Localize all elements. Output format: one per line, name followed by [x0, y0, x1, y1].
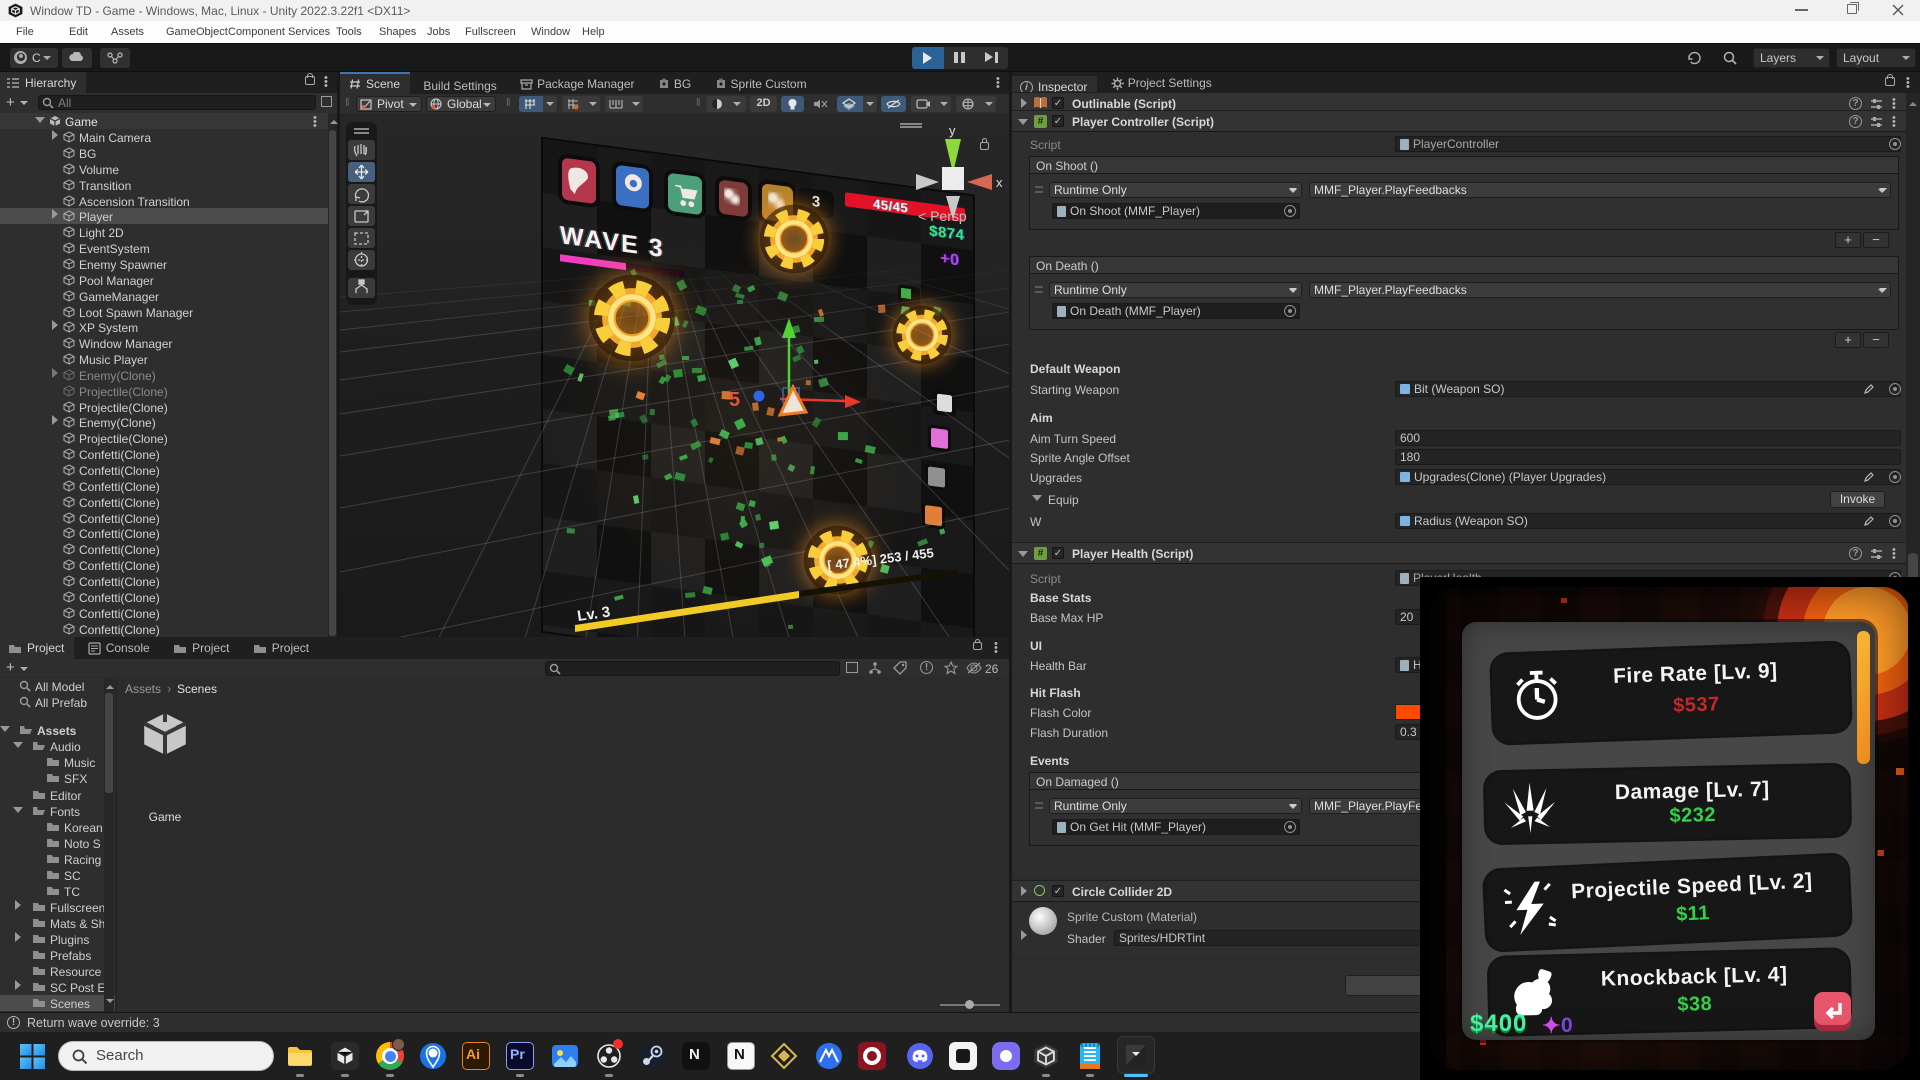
svg-text:x: x: [996, 175, 1003, 190]
svg-text:[ 47.4%] 253 / 455: [ 47.4%] 253 / 455: [827, 545, 935, 573]
svg-text:5: 5: [729, 389, 740, 411]
svg-text:y: y: [949, 123, 956, 138]
